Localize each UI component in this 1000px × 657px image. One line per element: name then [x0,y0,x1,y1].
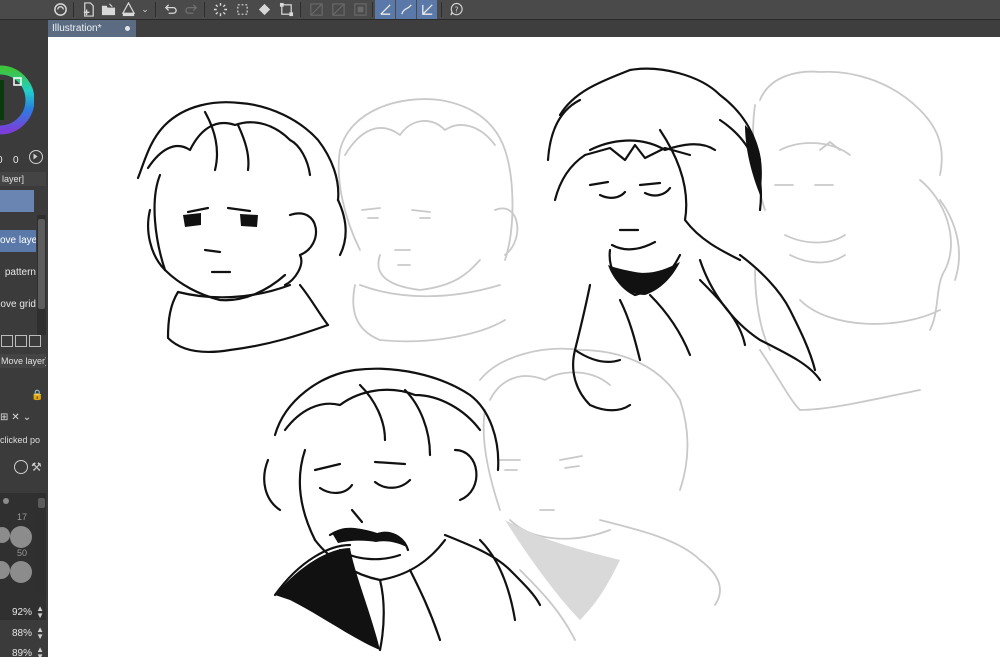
save-icon[interactable] [118,0,138,19]
brush-palette-scrollbar[interactable] [37,493,46,593]
lock-icon[interactable]: 🔒 [31,390,43,401]
density-value-row[interactable]: 88% ▲ ▼ [0,625,46,644]
fill-icon[interactable] [254,0,274,19]
color-value-left: 0 [0,155,3,166]
tool-option-move-layer[interactable]: ove layer [0,230,36,252]
undo-icon[interactable] [160,0,180,19]
percent-value: 92% [11,607,32,618]
ink-head-5-collar [275,548,380,650]
document-tab-title: Illustration* [52,23,102,34]
brush-size-dot[interactable] [10,561,32,583]
brush-size-dot[interactable] [10,526,32,548]
chevron-down-icon[interactable]: ⌄ [23,412,31,423]
wrench-icon[interactable]: ⚒ [31,460,42,474]
copy-icon[interactable] [1,335,13,347]
loading-spinner-icon[interactable] [210,0,230,19]
scroll-thumb[interactable] [38,498,45,508]
property-icons-row: ⊞ ✕ ⌄ [0,408,46,426]
brush-size-dot[interactable] [0,527,10,543]
brush-size-label: 50 [17,548,28,558]
grid-off-icon[interactable] [306,0,326,19]
svg-text:?: ? [454,5,458,14]
sub-tool-header: layer] [0,172,46,186]
help-icon[interactable]: ? [446,0,466,19]
color-wheel[interactable] [0,40,35,160]
color-value-right: 0 [13,155,19,166]
ink-head-1-eye-left [183,213,201,227]
brush-size-dot[interactable] [3,498,9,504]
layer-icon[interactable] [350,0,370,19]
sketch-head-4-grey [752,70,960,411]
sketch-head-5-collar-fill [505,520,620,620]
clicked-position-label: clicked po [0,435,41,445]
percent-value: 88% [11,628,32,639]
crop-icon[interactable] [328,0,348,19]
snap-to-special-ruler-icon[interactable] [396,0,416,19]
cross-icon[interactable]: ✕ [11,412,19,423]
ink-head-1-eye-right [240,214,258,227]
spinner-arrows-icon[interactable]: ▲ ▼ [36,646,44,657]
delete-icon[interactable] [29,335,41,347]
flow-value-row[interactable]: 89% ▲ ▼ [0,645,46,657]
spinner-arrows-icon[interactable]: ▲ ▼ [36,605,44,620]
sketch-head-2-grey [337,98,519,343]
percent-value: 89% [11,648,32,657]
grid-icon[interactable]: ⊞ [0,412,8,423]
canvas-artwork [136,67,960,652]
opacity-value-row[interactable]: 92% ▲ ▼ [0,604,46,623]
app-window: ⌄ ? Illustration* 0 layer] ove laye patt… [0,0,1000,657]
tool-option-grid[interactable]: ove grid [0,294,36,316]
sketch-head-5-grey [479,347,721,641]
ink-head-3 [546,67,822,412]
tool-property-header: Move layer] [0,354,46,368]
redo-icon[interactable] [181,0,201,19]
sub-tool-selected-swatch[interactable] [0,190,34,212]
sub-tool-actions [0,333,46,349]
document-tab[interactable]: Illustration* [48,20,136,37]
snap-to-grid-icon[interactable] [417,0,437,19]
new-file-icon[interactable] [78,0,98,19]
timer-icon[interactable] [14,460,28,474]
tool-options-scrollbar[interactable] [37,215,46,335]
close-tab-icon[interactable] [125,26,130,31]
tool-option-pattern[interactable]: pattern [0,262,36,284]
transform-icon[interactable] [276,0,296,19]
scroll-thumb[interactable] [38,219,45,309]
spinner-arrows-icon[interactable]: ▲ ▼ [36,626,44,641]
snap-to-ruler-icon[interactable] [375,0,395,19]
drawing-canvas[interactable] [48,37,1000,657]
play-icon[interactable] [29,150,43,164]
left-panel: 0 0 layer] ove layer pattern ove grid Mo… [0,20,48,657]
brush-size-dot[interactable] [0,561,10,579]
brush-size-palette: 17 50 [0,493,46,620]
clip-studio-icon[interactable] [50,0,70,19]
dotted-square-icon[interactable] [232,0,252,19]
ink-head-3-beard [608,262,680,295]
ink-head-1 [136,101,347,353]
open-folder-icon[interactable] [98,0,118,19]
brush-size-label: 17 [17,512,28,522]
chevron-down-icon[interactable]: ⌄ [138,0,152,19]
document-tab-strip: Illustration* [48,20,1000,37]
duplicate-icon[interactable] [15,335,27,347]
command-bar: ⌄ ? [0,0,1000,20]
